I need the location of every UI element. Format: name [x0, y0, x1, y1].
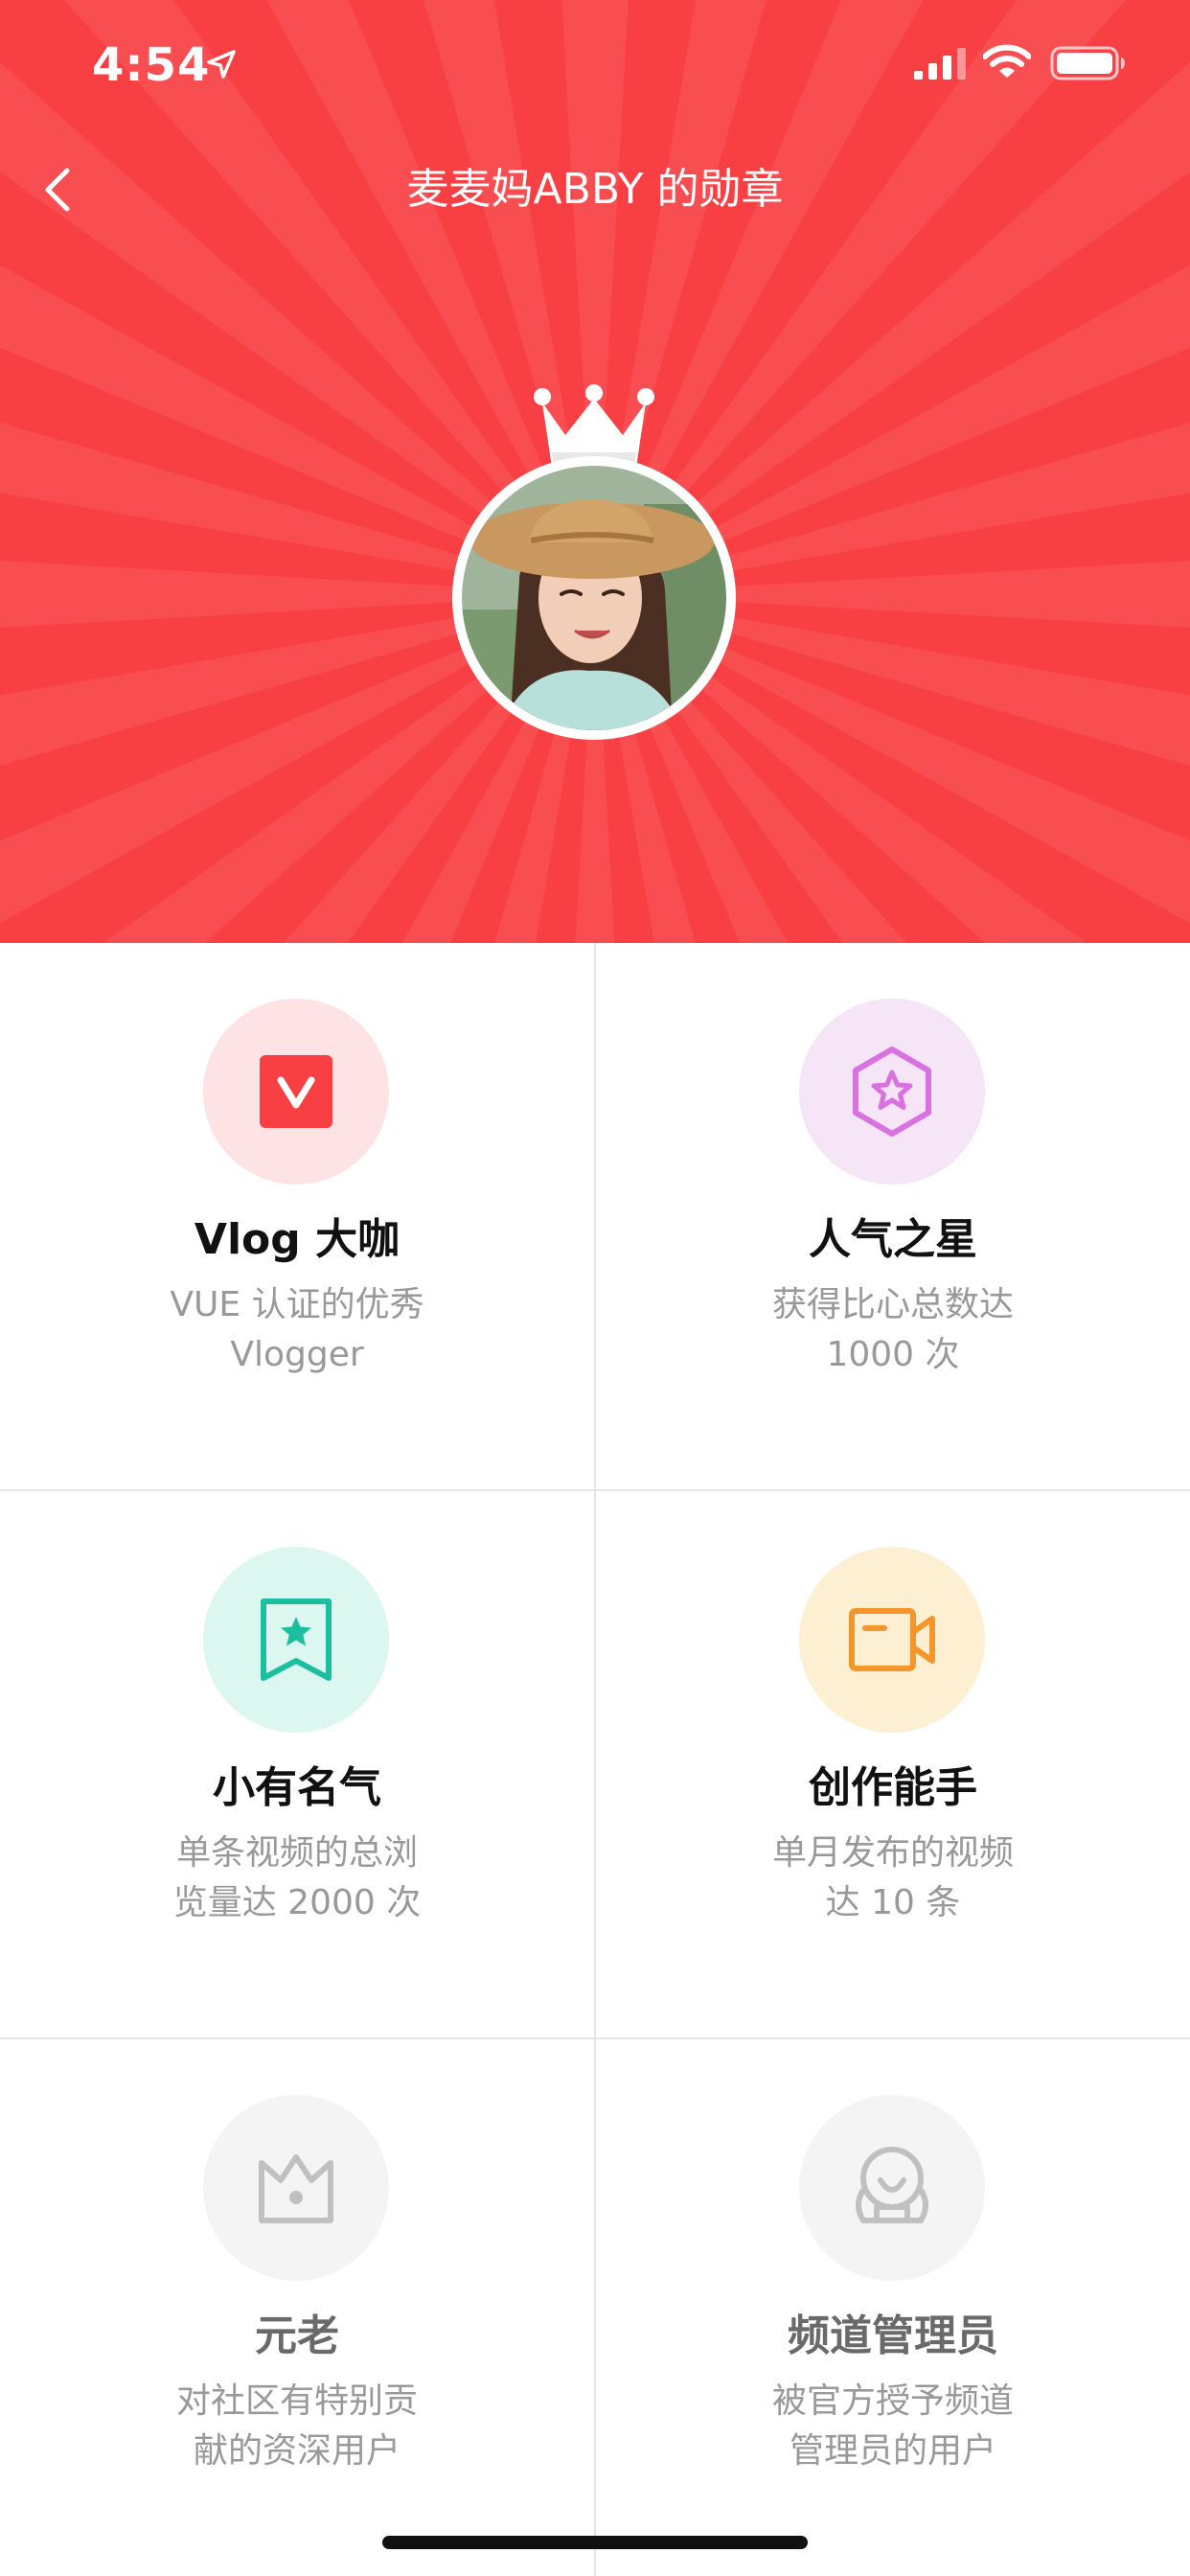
bookmark-star-icon: [261, 1598, 332, 1681]
badge-description-line: 1000 次: [826, 1335, 960, 1374]
badge-description: 对社区有特别贡 献的资深用户: [125, 2377, 469, 2476]
location-arrow-icon: [207, 50, 236, 79]
page-title: 麦麦妈ABBY 的勋章: [406, 165, 784, 214]
avatar-photo: [462, 466, 726, 730]
home-indicator: [382, 2536, 808, 2549]
badge-description-line: 览量达 2000 次: [172, 1883, 422, 1922]
badge-icon-circle: [203, 999, 389, 1184]
badge-name: 人气之星: [809, 1215, 977, 1264]
badge-description: 单条视频的总浏 览量达 2000 次: [125, 1828, 469, 1928]
badge-description-line: 单月发布的视频: [771, 1833, 1014, 1873]
badge-description: VUE 认证的优秀 Vlogger: [125, 1280, 469, 1380]
wifi-icon: [983, 44, 1031, 78]
badge-description-line: Vlogger: [230, 1335, 364, 1374]
hexagon-star-icon: [853, 1046, 931, 1137]
navigation-bar: 麦麦妈ABBY 的勋章: [0, 144, 1190, 240]
badge-icon-circle: [799, 1547, 985, 1733]
v-square-icon: [260, 1055, 332, 1128]
header-banner: 4:54 麦麦妈ABBY 的勋章: [0, 0, 1190, 943]
badge-popular-star[interactable]: 人气之星 获得比心总数达 1000 次: [596, 943, 1190, 1489]
badge-description-line: 达 10 条: [825, 1883, 961, 1922]
badge-vlog-master[interactable]: Vlog 大咖 VUE 认证的优秀 Vlogger: [0, 943, 594, 1489]
badge-veteran[interactable]: 元老 对社区有特别贡 献的资深用户: [0, 2039, 594, 2576]
badge-icon-circle: [203, 1547, 389, 1733]
badge-icon-circle: [799, 999, 985, 1184]
avatar[interactable]: [452, 456, 736, 740]
badge-grid: Vlog 大咖 VUE 认证的优秀 Vlogger 人气之星 获得比心总数达 1…: [0, 943, 1190, 2576]
status-bar: 4:54: [0, 0, 1190, 126]
badge-description-line: 获得比心总数达: [771, 1285, 1014, 1324]
badge-description-line: 被官方授予频道: [771, 2381, 1014, 2421]
badge-description-line: 对社区有特别贡: [175, 2381, 418, 2421]
admin-figure-icon: [856, 2147, 928, 2223]
badge-name: 频道管理员: [788, 2312, 998, 2360]
badge-description-line: 单条视频的总浏: [175, 1833, 418, 1873]
badge-channel-admin[interactable]: 频道管理员 被官方授予频道 管理员的用户: [596, 2039, 1190, 2576]
badge-icon-circle: [799, 2095, 985, 2281]
badge-description-line: 管理员的用户: [789, 2431, 996, 2471]
badge-prolific-creator[interactable]: 创作能手 单月发布的视频 达 10 条: [596, 1491, 1190, 2037]
badge-description-line: VUE 认证的优秀: [170, 1285, 424, 1324]
crown-outline-icon: [259, 2154, 333, 2223]
badge-description-line: 献的资深用户: [193, 2431, 400, 2471]
badge-name: 创作能手: [809, 1763, 977, 1812]
badge-description: 单月发布的视频 达 10 条: [721, 1828, 1065, 1928]
badge-rising-fame[interactable]: 小有名气 单条视频的总浏 览量达 2000 次: [0, 1491, 594, 2037]
badge-description: 获得比心总数达 1000 次: [721, 1280, 1065, 1380]
profile-avatar-group: [441, 383, 747, 757]
battery-icon: [1050, 46, 1125, 80]
badge-name: 元老: [255, 2312, 339, 2360]
status-time: 4:54: [92, 38, 211, 92]
badge-description: 被官方授予频道 管理员的用户: [721, 2377, 1065, 2476]
badge-name: 小有名气: [213, 1763, 381, 1812]
signal-icon: [914, 48, 966, 80]
badge-icon-circle: [203, 2095, 389, 2281]
video-camera-icon: [849, 1608, 935, 1671]
badge-name: Vlog 大咖: [194, 1215, 400, 1264]
